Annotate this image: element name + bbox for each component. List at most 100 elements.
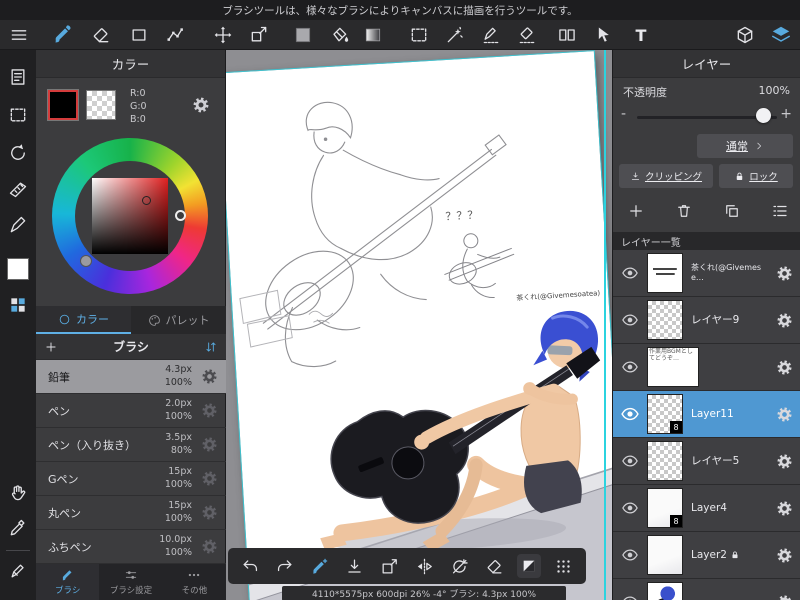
- select-marquee-tool-icon[interactable]: [406, 22, 432, 48]
- layer-visibility-icon[interactable]: [613, 546, 647, 564]
- clear-eraser-icon[interactable]: [482, 554, 506, 578]
- brush-sort-icon[interactable]: [196, 340, 226, 354]
- brush-row-fuchi-pen[interactable]: ふちペン 10.0px 100%: [36, 530, 226, 564]
- rotate-view-icon[interactable]: [5, 140, 31, 166]
- footer-tab-other[interactable]: その他: [163, 564, 226, 600]
- layer-settings-gear-icon[interactable]: [767, 594, 800, 600]
- layer-row[interactable]: 8 Layer4: [613, 485, 800, 532]
- layer-settings-gear-icon[interactable]: [767, 406, 800, 423]
- layer-row[interactable]: Layer2: [613, 532, 800, 579]
- brush-settings-gear-icon[interactable]: [192, 470, 226, 487]
- layer-thumbnail[interactable]: [647, 582, 683, 600]
- export-transform-icon[interactable]: [378, 554, 402, 578]
- tab-color[interactable]: カラー: [36, 306, 131, 334]
- layer-menu-button[interactable]: [767, 198, 793, 224]
- layer-settings-gear-icon[interactable]: [767, 500, 800, 517]
- lock-button[interactable]: ロック: [719, 164, 793, 188]
- current-color-chip[interactable]: [7, 258, 29, 280]
- pen-tool-icon[interactable]: [5, 558, 31, 584]
- gradient-tool-icon[interactable]: [360, 22, 386, 48]
- reference-image-button[interactable]: [517, 554, 541, 578]
- layer-thumbnail[interactable]: [647, 535, 683, 575]
- layer-visibility-icon[interactable]: [613, 264, 647, 282]
- layer-visibility-icon[interactable]: [613, 499, 647, 517]
- layer-row[interactable]: レイヤー9: [613, 297, 800, 344]
- layer-visibility-icon[interactable]: [613, 452, 647, 470]
- layer-thumbnail[interactable]: [647, 300, 683, 340]
- transform-tool-icon[interactable]: [246, 22, 272, 48]
- tab-palette[interactable]: パレット: [131, 306, 226, 334]
- eyedropper-icon[interactable]: [5, 515, 31, 541]
- foreground-color-swatch[interactable]: [290, 22, 316, 48]
- brush-settings-gear-icon[interactable]: [192, 436, 226, 453]
- layer-visibility-icon[interactable]: [613, 593, 647, 600]
- brush-row-pencil[interactable]: 鉛筆 4.3px 100%: [36, 360, 226, 394]
- select-pen-tool-icon[interactable]: [478, 22, 504, 48]
- select-eraser-tool-icon[interactable]: [514, 22, 540, 48]
- layer-thumbnail[interactable]: [647, 253, 683, 293]
- layer-row[interactable]: レイヤー5: [613, 438, 800, 485]
- opacity-minus-button[interactable]: -: [621, 106, 626, 122]
- divide-frame-tool-icon[interactable]: [554, 22, 580, 48]
- layer-row-selected[interactable]: 8 Layer11: [613, 391, 800, 438]
- brush-row-pen[interactable]: ペン 2.0px 100%: [36, 394, 226, 428]
- eraser-tool-icon[interactable]: [88, 22, 114, 48]
- opacity-slider-thumb[interactable]: [756, 108, 771, 123]
- duplicate-layer-button[interactable]: [719, 198, 745, 224]
- brush-settings-gear-icon[interactable]: [192, 504, 226, 521]
- drawing-canvas[interactable]: ？？？ 茶くれ(@Givemesoatea): [226, 50, 612, 600]
- layer-thumbnail[interactable]: 8: [647, 488, 683, 528]
- layer-settings-gear-icon[interactable]: [767, 453, 800, 470]
- redo-icon[interactable]: [273, 554, 297, 578]
- add-layer-button[interactable]: [623, 198, 649, 224]
- clipping-button[interactable]: クリッピング: [619, 164, 713, 188]
- layer-settings-gear-icon[interactable]: [767, 265, 800, 282]
- blend-mode-button[interactable]: 通常: [697, 134, 793, 158]
- brush-tool-icon[interactable]: [50, 22, 76, 48]
- layer-visibility-icon[interactable]: [613, 311, 647, 329]
- move-tool-icon[interactable]: [210, 22, 236, 48]
- flip-horizontal-icon[interactable]: [412, 554, 436, 578]
- footer-tab-brush-settings[interactable]: ブラシ設定: [99, 564, 162, 600]
- primary-color-swatch[interactable]: [47, 89, 79, 121]
- save-download-icon[interactable]: [343, 554, 367, 578]
- layer-row[interactable]: [613, 579, 800, 600]
- material-cube-icon[interactable]: [732, 22, 758, 48]
- layer-row[interactable]: 作業用BGMとしてどうぞ…: [613, 344, 800, 391]
- add-brush-button[interactable]: [36, 340, 66, 354]
- magic-wand-tool-icon[interactable]: [442, 22, 468, 48]
- drag-handle-grid-icon[interactable]: [552, 554, 576, 578]
- opacity-plus-button[interactable]: +: [780, 106, 792, 122]
- footer-tab-brush[interactable]: ブラシ: [36, 564, 100, 600]
- brush-settings-gear-icon[interactable]: [192, 538, 226, 555]
- layer-settings-gear-icon[interactable]: [767, 359, 800, 376]
- brush-settings-gear-icon[interactable]: [192, 368, 226, 385]
- ruler-icon[interactable]: [5, 176, 31, 202]
- hand-tool-icon[interactable]: [5, 480, 31, 506]
- shape-tool-icon[interactable]: [126, 22, 152, 48]
- layer-thumbnail[interactable]: [647, 441, 683, 481]
- quick-brush-icon[interactable]: [308, 554, 332, 578]
- polyline-tool-icon[interactable]: [162, 22, 188, 48]
- delete-layer-button[interactable]: [671, 198, 697, 224]
- brush-settings-gear-icon[interactable]: [192, 402, 226, 419]
- layers-panel-toggle-icon[interactable]: [768, 22, 794, 48]
- secondary-color-swatch[interactable]: [86, 90, 116, 120]
- operation-pointer-tool-icon[interactable]: [590, 22, 616, 48]
- layer-visibility-icon[interactable]: [613, 404, 647, 424]
- undo-icon[interactable]: [238, 554, 262, 578]
- menu-icon[interactable]: [6, 22, 32, 48]
- selection-icon[interactable]: [5, 102, 31, 128]
- materials-palette-icon[interactable]: [5, 292, 31, 318]
- reset-rotation-icon[interactable]: [447, 554, 471, 578]
- brush-row-maru-pen[interactable]: 丸ペン 15px 100%: [36, 496, 226, 530]
- layer-thumbnail[interactable]: 作業用BGMとしてどうぞ…: [647, 347, 699, 387]
- color-settings-gear-icon[interactable]: [192, 96, 210, 114]
- canvas-document-icon[interactable]: [5, 64, 31, 90]
- pen-alt-icon[interactable]: [5, 212, 31, 238]
- fill-bucket-tool-icon[interactable]: [326, 22, 352, 48]
- layer-row[interactable]: 茶くれ(@Givemese…: [613, 250, 800, 297]
- text-tool-icon[interactable]: T: [628, 22, 654, 48]
- saturation-value-square[interactable]: [92, 178, 168, 254]
- layer-settings-gear-icon[interactable]: [767, 312, 800, 329]
